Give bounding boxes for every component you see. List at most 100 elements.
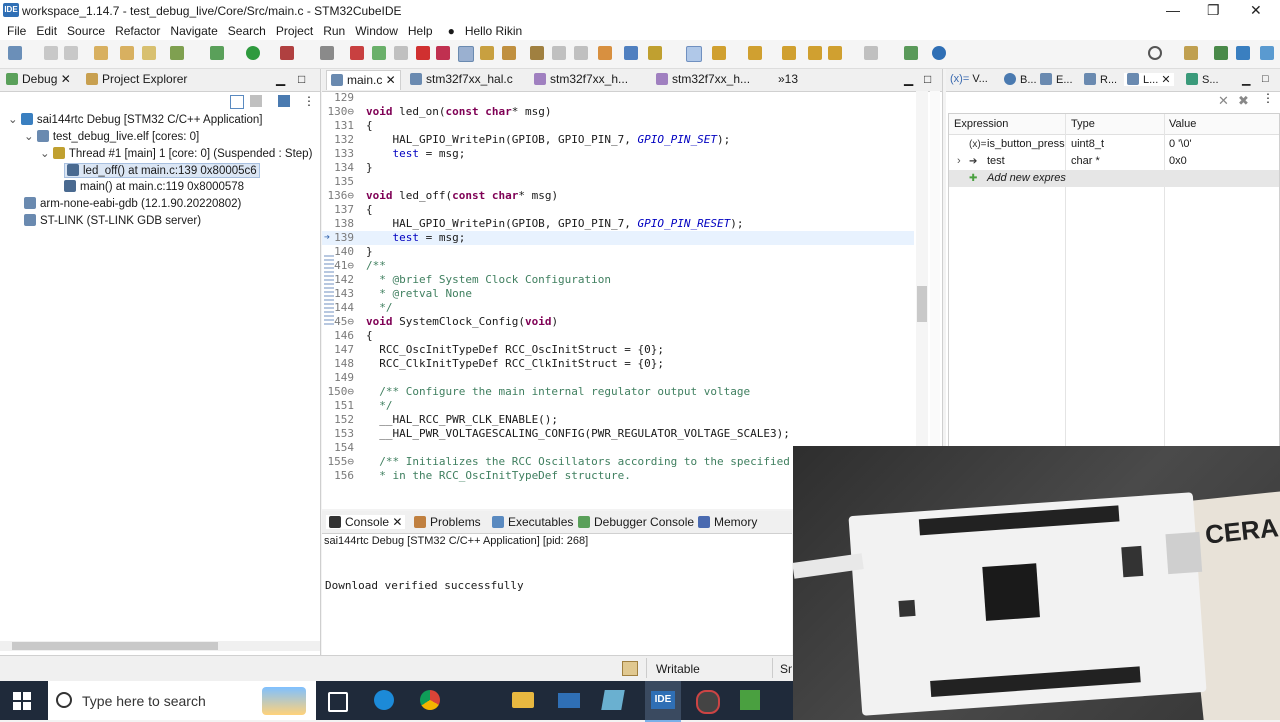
menu-run[interactable]: Run [318,22,350,40]
menu-navigate[interactable]: Navigate [165,22,222,40]
minimize-editor-icon[interactable]: ▁ [904,72,913,86]
step-return-icon[interactable] [502,46,516,60]
code-line[interactable]: 130⊖ void led_on(const char* msg) [322,105,914,119]
suspend-icon[interactable] [394,46,408,60]
last-edit-icon[interactable] [782,46,796,60]
save-icon[interactable] [44,46,58,60]
minimize-view-icon[interactable]: ▁ [276,72,285,86]
external-tools-icon[interactable] [280,46,294,60]
header-value[interactable]: Value [1169,118,1196,130]
back-nav-icon[interactable] [828,46,842,60]
tab-sfrs[interactable]: S... [1186,73,1219,86]
editor-tab-h-1[interactable]: stm32f7xx_h... [534,72,628,86]
vertical-scrollbar[interactable] [916,91,928,487]
windows-start-icon[interactable] [13,692,31,710]
tree-item[interactable]: arm-none-eabi-gdb (12.1.90.20220802) [24,197,241,210]
step-into-icon[interactable] [458,46,474,62]
remove-expression-icon[interactable]: ✕ [1218,93,1229,109]
expression-row[interactable]: (x)= is_button_press uint8_t 0 '\0' [949,136,1279,153]
code-line[interactable]: 152 __HAL_RCC_PWR_CLK_ENABLE(); [322,413,914,427]
tab-console[interactable]: Console ✕ [326,515,406,529]
code-line[interactable]: 140} [322,245,914,259]
next-annotation-icon[interactable] [748,46,762,60]
app-icon[interactable] [601,690,625,710]
code-line[interactable]: 142 * @brief System Clock Configuration [322,273,914,287]
remove-terminated-icon[interactable] [250,95,262,107]
disconnect-icon[interactable] [436,46,450,60]
editor-tab-main-c[interactable]: main.c ✕ [326,70,401,90]
user-greeting[interactable]: ● Hello Rikin [438,22,533,40]
code-line[interactable]: 129 [322,91,914,105]
edge-icon[interactable] [374,690,394,710]
menu-source[interactable]: Source [62,22,110,40]
scrollbar-thumb[interactable] [12,642,218,650]
expand-chevron-icon[interactable]: ⌄ [24,131,37,143]
resume-icon[interactable] [372,46,386,60]
menu-search[interactable]: Search [223,22,271,40]
code-line[interactable]: 131 { [322,119,914,133]
task-view-icon[interactable] [328,692,348,712]
code-area[interactable]: 129 130⊖ void led_on(const char* msg) 131 {1… [322,91,942,487]
info-icon[interactable] [932,46,946,60]
code-line[interactable]: 136⊖ void led_off(const char* msg) [322,189,914,203]
save-all-icon[interactable] [64,46,78,60]
mail-icon[interactable] [558,693,580,708]
tree-item[interactable]: ⌄ test_debug_live.elf [cores: 0] [24,129,199,143]
code-line[interactable]: 150⊖ /** Configure the main internal reg… [322,385,914,399]
tab-debugger-console[interactable]: Debugger Console [578,515,694,529]
code-line[interactable]: 149 [322,371,914,385]
collapse-all-icon[interactable] [230,95,244,109]
obs-icon[interactable] [696,690,720,714]
code-line[interactable]: 146 { [322,329,914,343]
step-over-icon[interactable] [480,46,494,60]
peripheral-icon[interactable] [598,46,612,60]
tab-expressions[interactable]: E... [1040,73,1073,86]
restart-icon[interactable] [552,46,566,60]
code-line[interactable]: 135 [322,175,914,189]
tab-variables[interactable]: (x)= V... [950,73,988,85]
horizontal-scrollbar[interactable] [0,641,320,651]
skip-breakpoints-icon[interactable] [320,46,334,60]
code-line[interactable]: 153 __HAL_PWR_VOLTAGESCALING_CONFIG(PWR_… [322,427,914,441]
expand-chevron-icon[interactable]: › [957,153,961,170]
terminate-relaunch-icon[interactable] [350,46,364,60]
tab-breakpoints[interactable]: B... [1004,73,1037,86]
code-line[interactable]: 137 { [322,203,914,217]
code-line[interactable]: 144 */ [322,301,914,315]
tree-item[interactable]: led_off() at main.c:139 0x80005c6 [64,163,260,178]
maximize-right-icon[interactable]: □ [1262,73,1269,85]
build-icon[interactable] [170,46,184,60]
undo-icon[interactable] [94,46,108,60]
open-type-icon[interactable] [624,46,638,60]
run-icon[interactable] [246,46,260,60]
code-line[interactable]: 139 test = msg; [322,231,914,245]
chrome-icon[interactable] [420,690,440,710]
add-new-expression-row[interactable]: ✚ Add new expres [949,170,1279,187]
cpp-perspective-icon[interactable] [1214,46,1228,60]
back-icon[interactable] [808,46,822,60]
code-line[interactable]: 138 HAL_GPIO_WritePin(GPIOB, GPIO_PIN_7,… [322,217,914,231]
open-perspective-icon[interactable] [1184,46,1198,60]
code-line[interactable]: 148 RCC_ClkInitTypeDef RCC_ClkInitStruct… [322,357,914,371]
taskbar-search-box[interactable]: Type here to search [48,681,316,720]
search-icon[interactable] [1148,46,1162,60]
toggle-mark-icon[interactable] [686,46,702,62]
remove-all-icon[interactable]: ✖ [1238,93,1249,109]
tab-live-expressions[interactable]: L... ✕ [1124,73,1174,86]
tree-item[interactable]: ⌄ sai144rtc Debug [STM32 C/C++ Applicati… [8,112,263,126]
code-line[interactable]: 132 HAL_GPIO_WritePin(GPIOB, GPIO_PIN_7,… [322,133,914,147]
notepad-icon[interactable] [740,690,760,710]
debug-icon[interactable] [210,46,224,60]
code-line[interactable]: 133 test = msg; [322,147,914,161]
editor-tab-h-2[interactable]: stm32f7xx_h... [656,72,750,86]
expression-row[interactable]: › ➔ test char * 0x0 [949,153,1279,170]
view-menu-icon[interactable]: ⋮ [303,94,315,108]
menu-refactor[interactable]: Refactor [110,22,165,40]
scrollbar-thumb[interactable] [917,286,927,322]
code-line[interactable]: 151 */ [322,399,914,413]
code-line[interactable]: 134} [322,161,914,175]
new-icon[interactable] [8,46,22,60]
code-line[interactable]: 147 RCC_OscInitTypeDef RCC_OscInitStruct… [322,343,914,357]
minimize-button[interactable]: — [1166,2,1180,18]
tab-memory[interactable]: Memory [698,515,757,529]
